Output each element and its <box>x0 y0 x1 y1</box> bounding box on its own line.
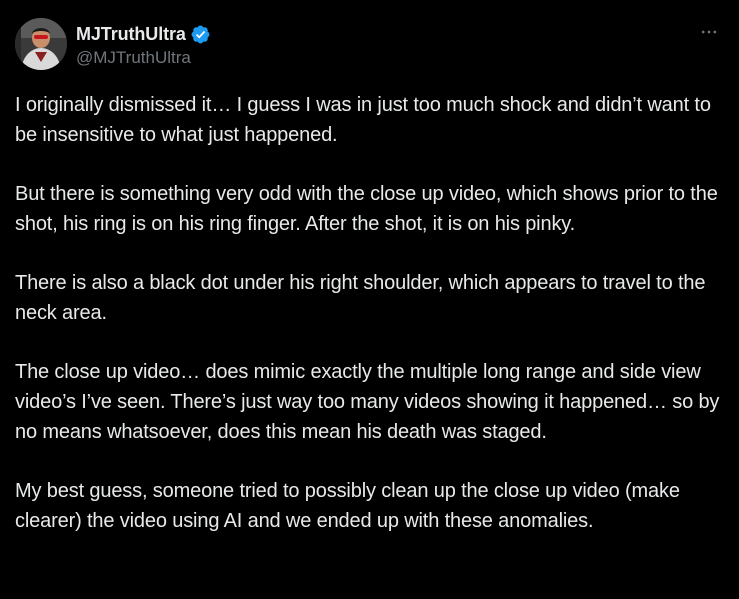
user-handle[interactable]: @MJTruthUltra <box>76 48 211 68</box>
tweet-paragraph: There is also a black dot under his righ… <box>15 272 706 324</box>
verified-badge-icon[interactable] <box>190 24 211 45</box>
name-row: MJTruthUltra <box>76 22 211 46</box>
display-name[interactable]: MJTruthUltra <box>76 24 186 45</box>
tweet-paragraph: My best guess, someone tried to possibly… <box>15 480 680 532</box>
tweet-header: MJTruthUltra @MJTruthUltra <box>15 18 723 74</box>
avatar[interactable] <box>15 18 67 70</box>
tweet-paragraph: I originally dismissed it… I guess I was… <box>15 94 711 146</box>
tweet: MJTruthUltra @MJTruthUltra I originally … <box>0 0 739 599</box>
tweet-paragraph: The close up video… does mimic exactly t… <box>15 361 720 443</box>
tweet-text: I originally dismissed it… I guess I was… <box>15 90 727 565</box>
more-horizontal-icon[interactable] <box>697 20 721 44</box>
user-block: MJTruthUltra @MJTruthUltra <box>76 22 211 68</box>
tweet-paragraph: But there is something very odd with the… <box>15 183 718 235</box>
profile-avatar-image <box>15 18 67 70</box>
